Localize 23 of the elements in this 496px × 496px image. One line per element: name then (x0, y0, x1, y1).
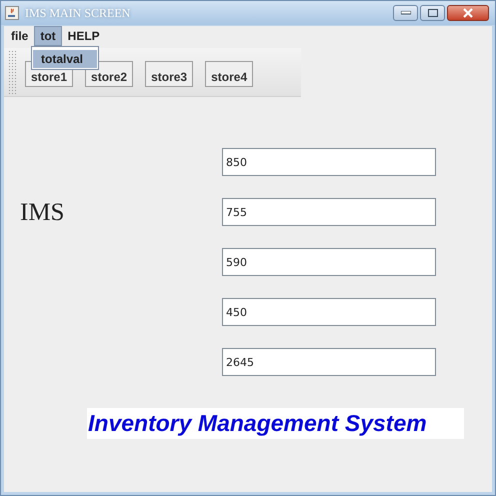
menu-item[interactable]: tot (34, 26, 62, 46)
maximize-icon (428, 9, 438, 17)
value-field[interactable]: 450 (222, 298, 436, 326)
minimize-icon (400, 11, 410, 15)
value-field[interactable]: 850 (222, 148, 436, 176)
minimize-button[interactable] (393, 5, 418, 21)
store-button[interactable]: store2 (85, 61, 134, 87)
store-button[interactable]: store3 (145, 61, 194, 87)
menu-item[interactable]: HELP (62, 26, 106, 46)
window-title: IMS MAIN SCREEN (25, 6, 130, 20)
value-field[interactable]: 2645 (222, 348, 436, 376)
banner-title: Inventory Management System (87, 408, 464, 439)
maximize-button[interactable] (420, 5, 445, 21)
heading: IMS (19, 199, 66, 227)
close-icon (462, 8, 474, 18)
value-field[interactable]: 590 (222, 248, 436, 276)
value-field[interactable]: 755 (222, 198, 436, 226)
menu-item[interactable]: file (5, 26, 34, 46)
menu-option[interactable]: totalval (33, 50, 97, 68)
app-icon (5, 6, 19, 20)
close-button[interactable] (447, 5, 489, 21)
store-button[interactable]: store4 (205, 61, 254, 87)
toolbar-grip[interactable] (8, 50, 16, 94)
